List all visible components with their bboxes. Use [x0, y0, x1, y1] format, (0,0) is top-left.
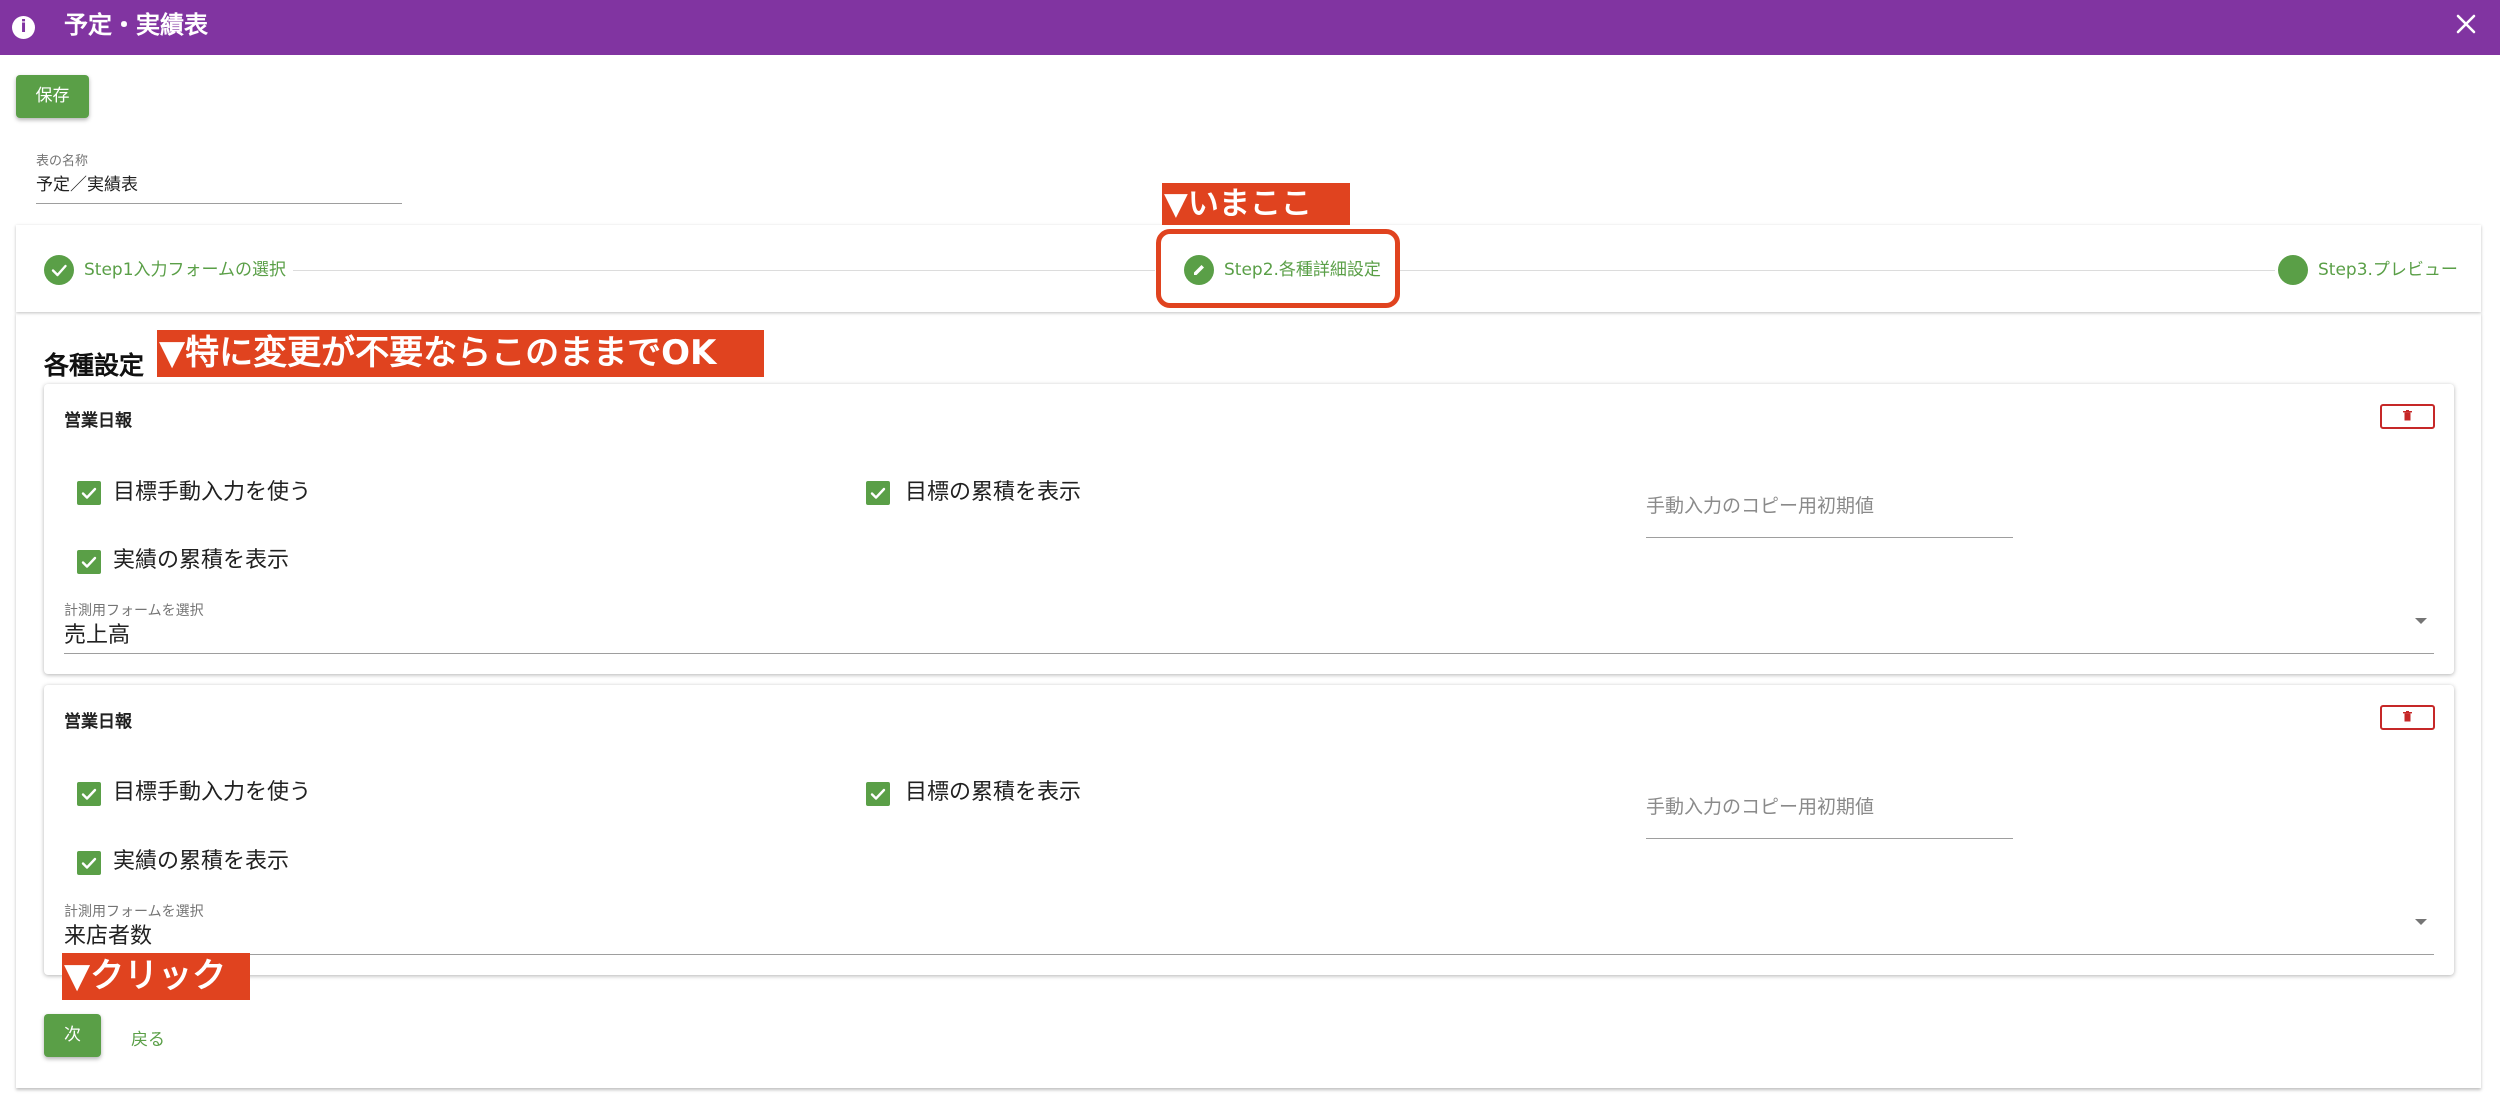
- checkbox-target-cumulative-label: 目標の累積を表示: [905, 780, 1082, 805]
- checkbox-actual-cumulative-label: 実績の累積を表示: [113, 849, 290, 874]
- chevron-down-icon[interactable]: [2415, 618, 2427, 624]
- checkbox-actual-cumulative-label: 実績の累積を表示: [113, 548, 290, 573]
- window-title: 予定・実績表: [64, 11, 208, 39]
- checkbox-actual-cumulative[interactable]: [77, 851, 101, 875]
- close-icon[interactable]: [2450, 8, 2482, 40]
- annotation-step2-highlight: [1156, 229, 1400, 308]
- trash-icon: [2403, 410, 2412, 421]
- stepper-connector: [293, 270, 1155, 271]
- settings-title: 各種設定: [44, 351, 145, 380]
- annotation-click: ▼クリック: [62, 953, 250, 1000]
- delete-button[interactable]: [2380, 705, 2435, 730]
- checkbox-target-cumulative-label: 目標の累積を表示: [905, 480, 1082, 505]
- chevron-down-icon[interactable]: [2415, 919, 2427, 925]
- next-button[interactable]: 次: [44, 1014, 101, 1057]
- step3-circle-icon: [2278, 255, 2308, 285]
- info-icon[interactable]: i: [12, 16, 35, 39]
- form-select[interactable]: 売上高: [64, 617, 130, 649]
- back-button[interactable]: 戻る: [131, 1025, 165, 1050]
- step3-label[interactable]: Step3.プレビュー: [2318, 259, 2458, 281]
- annotation-no-change: ▼特に変更が不要ならこのままでOK: [157, 330, 764, 377]
- copy-default-underline: [1646, 537, 2013, 538]
- checkbox-target-manual-label: 目標手動入力を使う: [113, 480, 312, 505]
- step1-label[interactable]: Step1入力フォームの選択: [84, 259, 286, 281]
- step1-check-icon: [44, 255, 74, 285]
- save-button[interactable]: 保存: [16, 75, 89, 118]
- table-name-input[interactable]: 予定／実績表: [36, 170, 138, 195]
- trash-icon: [2403, 711, 2412, 722]
- checkbox-target-cumulative[interactable]: [866, 481, 890, 505]
- checkbox-target-manual[interactable]: [77, 481, 101, 505]
- checkbox-actual-cumulative[interactable]: [77, 550, 101, 574]
- table-name-underline: [36, 203, 402, 204]
- checkbox-target-manual[interactable]: [77, 782, 101, 806]
- form-select-underline: [64, 653, 2434, 654]
- setting-card: [44, 384, 2454, 674]
- copy-default-input[interactable]: 手動入力のコピー用初期値: [1646, 792, 1874, 819]
- copy-default-input[interactable]: 手動入力のコピー用初期値: [1646, 491, 1874, 518]
- annotation-current-step: ▼いまここ: [1162, 183, 1350, 225]
- stepper-connector: [1400, 270, 2275, 271]
- title-bar: [0, 0, 2500, 55]
- checkbox-target-manual-label: 目標手動入力を使う: [113, 780, 312, 805]
- setting-card: [44, 685, 2454, 975]
- table-name-label: 表の名称: [36, 154, 89, 169]
- copy-default-underline: [1646, 838, 2013, 839]
- checkbox-target-cumulative[interactable]: [866, 782, 890, 806]
- delete-button[interactable]: [2380, 404, 2435, 429]
- form-select-underline: [64, 954, 2434, 955]
- card-title: 営業日報: [64, 712, 132, 732]
- card-title: 営業日報: [64, 411, 132, 431]
- form-select[interactable]: 来店者数: [64, 918, 152, 950]
